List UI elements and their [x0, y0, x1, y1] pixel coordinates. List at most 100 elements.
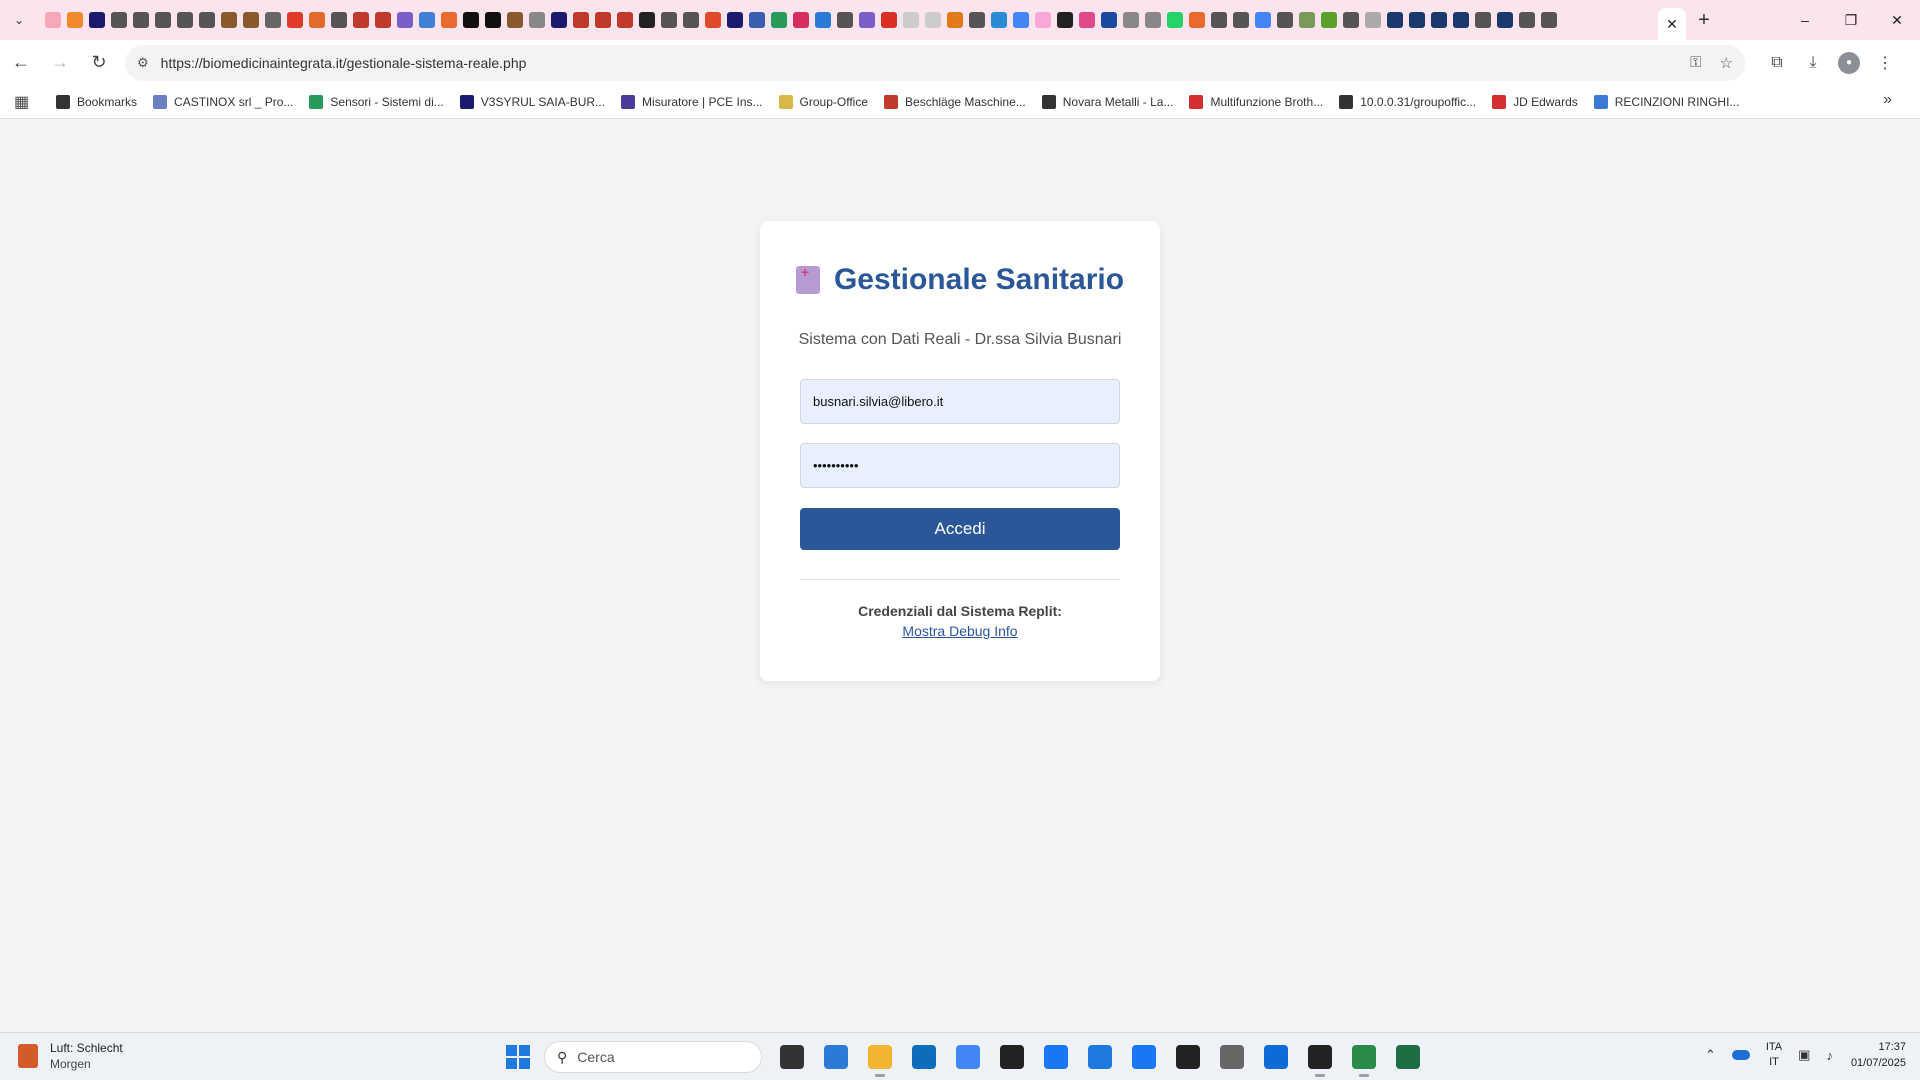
- tab-favicon[interactable]: [903, 12, 919, 28]
- bookmark-item[interactable]: V3SYRUL SAIA-BUR...: [452, 88, 613, 116]
- tab-favicon[interactable]: [1123, 12, 1139, 28]
- tab-favicon[interactable]: [375, 12, 391, 28]
- debug-info-link[interactable]: Mostra Debug Info: [760, 623, 1160, 639]
- chevron-double-right-icon[interactable]: »: [1883, 91, 1892, 109]
- bookmark-item[interactable]: Beschläge Maschine...: [876, 88, 1034, 116]
- tab-favicon[interactable]: [1343, 12, 1359, 28]
- profile-avatar[interactable]: ●: [1831, 45, 1867, 81]
- tab-favicon[interactable]: [1519, 12, 1535, 28]
- start-button[interactable]: [506, 1045, 530, 1069]
- email-field[interactable]: [800, 379, 1120, 424]
- tab-favicon[interactable]: [595, 12, 611, 28]
- tab-favicon[interactable]: [199, 12, 215, 28]
- arrow-right-icon[interactable]: →: [42, 45, 78, 81]
- tab-favicon[interactable]: [815, 12, 831, 28]
- taskbar-app-teamviewer[interactable]: [1254, 1041, 1298, 1073]
- weather-widget[interactable]: Luft: Schlecht Morgen: [18, 1040, 123, 1072]
- tab-favicon[interactable]: [1079, 12, 1095, 28]
- tab-favicon[interactable]: [419, 12, 435, 28]
- tab-favicon[interactable]: [529, 12, 545, 28]
- tab-favicon[interactable]: [793, 12, 809, 28]
- tab-favicon[interactable]: [749, 12, 765, 28]
- taskbar-app-file-explorer-dark[interactable]: [770, 1041, 814, 1073]
- tab-favicon[interactable]: [661, 12, 677, 28]
- arrow-left-icon[interactable]: ←: [3, 45, 39, 81]
- tab-favicon[interactable]: [1475, 12, 1491, 28]
- tab-favicon[interactable]: [1233, 12, 1249, 28]
- tab-favicon[interactable]: [45, 12, 61, 28]
- bookmark-item[interactable]: JD Edwards: [1484, 88, 1586, 116]
- url-text[interactable]: https://biomedicinaintegrata.it/gestiona…: [161, 55, 1672, 71]
- taskbar-app-network-tool[interactable]: [1342, 1041, 1386, 1077]
- tab-favicon[interactable]: [1211, 12, 1227, 28]
- clock[interactable]: 17:37 01/07/2025: [1851, 1039, 1906, 1071]
- taskbar-app-media-player[interactable]: [1210, 1041, 1254, 1073]
- tab-favicon[interactable]: [881, 12, 897, 28]
- tab-favicon[interactable]: [1189, 12, 1205, 28]
- tab-favicon[interactable]: [463, 12, 479, 28]
- tab-favicon[interactable]: [859, 12, 875, 28]
- tab-favicon[interactable]: [1101, 12, 1117, 28]
- bookmark-item[interactable]: Novara Metalli - La...: [1034, 88, 1182, 116]
- tab-favicon[interactable]: [1035, 12, 1051, 28]
- tab-favicon[interactable]: [1321, 12, 1337, 28]
- tab-favicon[interactable]: [1365, 12, 1381, 28]
- tab-favicon[interactable]: [287, 12, 303, 28]
- tab-favicon[interactable]: [683, 12, 699, 28]
- tab-favicon[interactable]: [111, 12, 127, 28]
- tab-favicon[interactable]: [1167, 12, 1183, 28]
- bookmark-item[interactable]: Misuratore | PCE Ins...: [613, 88, 771, 116]
- tab-favicon[interactable]: [507, 12, 523, 28]
- network-icon[interactable]: ▣: [1798, 1047, 1810, 1063]
- taskbar-app-facebook[interactable]: [1034, 1041, 1078, 1073]
- language-indicator[interactable]: ITA IT: [1766, 1040, 1782, 1070]
- tab-favicon[interactable]: [265, 12, 281, 28]
- tab-favicon[interactable]: [639, 12, 655, 28]
- tab-favicon[interactable]: [485, 12, 501, 28]
- volume-icon[interactable]: ♪: [1826, 1048, 1833, 1063]
- chevron-down-icon[interactable]: ⌄: [0, 0, 38, 40]
- star-icon[interactable]: ☆: [1720, 54, 1733, 72]
- tab-favicon[interactable]: [155, 12, 171, 28]
- bookmark-item[interactable]: 10.0.0.31/groupoffic...: [1331, 88, 1484, 116]
- taskbar-app-facebook-2[interactable]: [1122, 1041, 1166, 1073]
- taskbar-app-chrome[interactable]: [946, 1041, 990, 1073]
- tab-favicon[interactable]: [1013, 12, 1029, 28]
- bookmark-item[interactable]: Bookmarks: [48, 88, 145, 116]
- tab-favicon[interactable]: [837, 12, 853, 28]
- taskbar-app-outlook[interactable]: [902, 1041, 946, 1073]
- tab-favicon[interactable]: [573, 12, 589, 28]
- tab-favicon[interactable]: [1541, 12, 1557, 28]
- bookmark-item[interactable]: Sensori - Sistemi di...: [301, 88, 451, 116]
- taskbar-search[interactable]: ⚲ Cerca: [544, 1041, 762, 1073]
- reload-icon[interactable]: ↻: [81, 45, 117, 81]
- tab-favicon[interactable]: [67, 12, 83, 28]
- tab-favicon[interactable]: [925, 12, 941, 28]
- password-field[interactable]: [800, 443, 1120, 488]
- tab-favicon[interactable]: [1497, 12, 1513, 28]
- bookmark-item[interactable]: RECINZIONI RINGHI...: [1586, 88, 1748, 116]
- tab-favicon[interactable]: [1453, 12, 1469, 28]
- tab-favicon[interactable]: [441, 12, 457, 28]
- tab-favicon[interactable]: [397, 12, 413, 28]
- taskbar-app-terminal[interactable]: [1298, 1041, 1342, 1077]
- taskbar-app-amazon[interactable]: [990, 1041, 1034, 1073]
- key-icon[interactable]: ⚿: [1690, 54, 1701, 71]
- tab-favicon[interactable]: [221, 12, 237, 28]
- taskbar-app-file-explorer[interactable]: [858, 1041, 902, 1077]
- onedrive-icon[interactable]: [1731, 1050, 1750, 1060]
- tab-favicon[interactable]: [1387, 12, 1403, 28]
- close-icon[interactable]: ✕: [1658, 8, 1686, 40]
- tab-favicon[interactable]: [727, 12, 743, 28]
- tab-favicon[interactable]: [1431, 12, 1447, 28]
- tab-favicon[interactable]: [551, 12, 567, 28]
- restore-icon[interactable]: ❐: [1828, 0, 1874, 40]
- taskbar-app-search-app[interactable]: [1078, 1041, 1122, 1073]
- taskbar-app-excel[interactable]: [1386, 1041, 1430, 1073]
- login-button[interactable]: Accedi: [800, 508, 1120, 550]
- tab-favicon[interactable]: [991, 12, 1007, 28]
- chevron-up-icon[interactable]: ⌃: [1705, 1047, 1716, 1063]
- tab-favicon[interactable]: [353, 12, 369, 28]
- window-close-icon[interactable]: ✕: [1874, 0, 1920, 40]
- bookmark-item[interactable]: CASTINOX srl _ Pro...: [145, 88, 301, 116]
